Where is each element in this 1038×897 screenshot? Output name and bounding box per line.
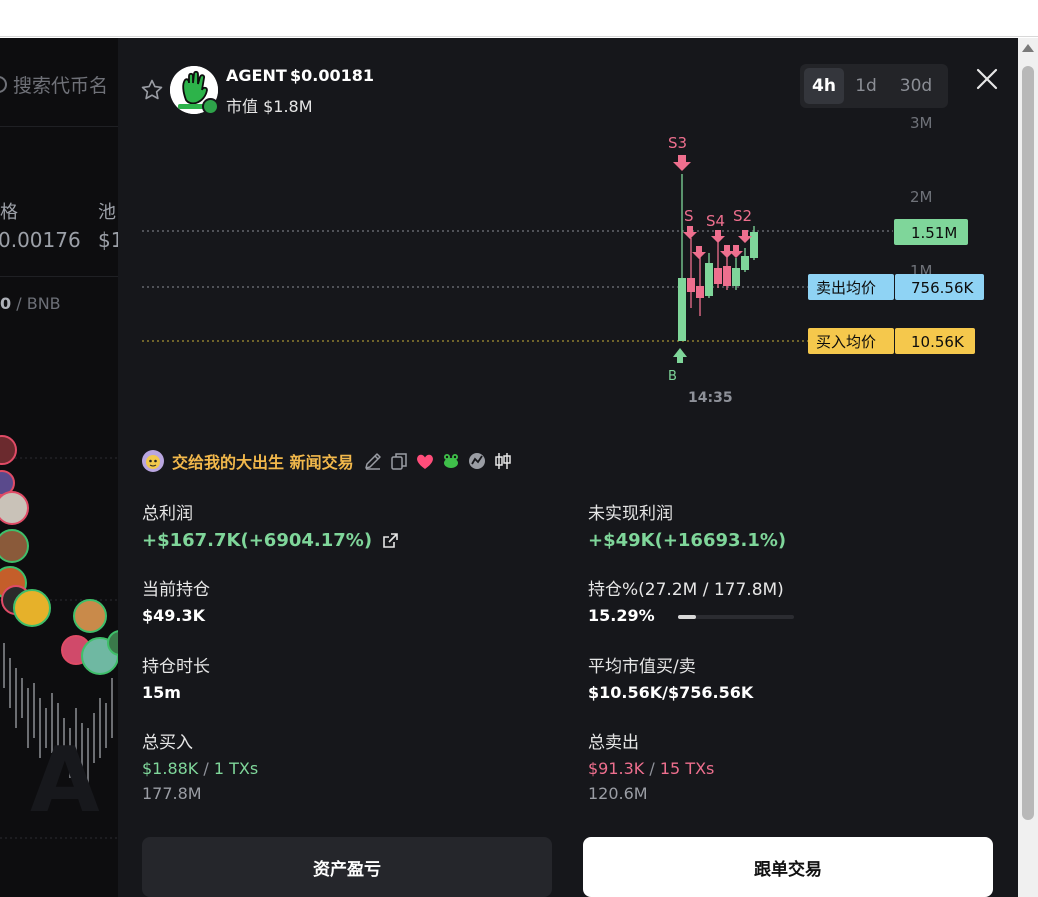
current-holding: 当前持仓 $49.3K	[142, 580, 210, 625]
marker-b: B	[668, 369, 677, 384]
candle	[714, 268, 722, 284]
candle	[741, 256, 749, 270]
holding-duration-value: 15m	[142, 683, 181, 702]
sell-avg-value: 756.56K	[911, 279, 974, 297]
frog-icon[interactable]	[440, 450, 462, 472]
buy-avg-label: 买入均价	[816, 333, 876, 351]
sell-arrow-icon	[729, 245, 743, 258]
sell-arrow-icon	[711, 230, 725, 243]
close-icon[interactable]	[974, 66, 1000, 92]
sell-arrow-icon	[692, 246, 706, 259]
external-link-icon[interactable]	[380, 531, 400, 551]
total-buy: 总买入 $1.88K / 1 TXs 177.8M	[142, 733, 259, 803]
candle	[723, 266, 731, 286]
copy-trade-button[interactable]: 跟单交易	[583, 837, 993, 897]
holding-progress-bar	[678, 614, 795, 619]
column-pool-label: 池	[98, 202, 116, 223]
total-profit: 总利润 +$167.7K(+6904.17%)	[142, 499, 400, 551]
heart-icon[interactable]	[414, 450, 436, 472]
y-tick-2m: 2M	[910, 188, 933, 206]
trader-name[interactable]: 交给我的大出生 新闻交易	[172, 449, 354, 473]
token-name: AGENT	[226, 66, 287, 85]
candle	[732, 268, 740, 286]
avg-market-cap: 平均市值买/卖 $10.56K/$756.56K	[588, 657, 754, 702]
divider	[0, 126, 130, 127]
edit-icon[interactable]	[362, 450, 384, 472]
sell-arrow-icon	[683, 226, 697, 239]
copy-icon[interactable]	[388, 450, 410, 472]
scrollbar[interactable]	[1018, 38, 1038, 897]
total-buy-amount: $1.88K	[142, 759, 199, 778]
candle	[750, 232, 758, 258]
total-profit-value: +$167.7K(+6904.17%)	[142, 530, 373, 551]
candle	[705, 263, 713, 296]
total-sell: 总卖出 $91.3K / 15 TXs 120.6M	[588, 733, 715, 803]
candles	[678, 174, 758, 341]
price-value: 0.00176	[0, 228, 81, 252]
browser-top-bar	[0, 0, 1038, 37]
marker-s4: S4	[706, 212, 725, 230]
marker-s3: S3	[668, 134, 687, 152]
trader-detail-panel: AGENT $0.00181 市值 $1.8M 4h 1d 30d 3M 2M …	[118, 38, 1018, 897]
unrealized-profit-value: +$49K(+16693.1%)	[588, 530, 787, 551]
holding-duration: 持仓时长 15m	[142, 657, 210, 702]
marker-s2: S2	[733, 207, 752, 225]
x-tick-time: 14:35	[688, 390, 733, 406]
buy-avg-value: 10.56K	[911, 333, 965, 351]
current-holding-value: $49.3K	[142, 606, 206, 625]
holding-percent: 持仓%(27.2M / 177.8M) 15.29%	[588, 575, 795, 625]
trader-info-row: 交给我的大出生 新闻交易	[142, 448, 518, 474]
search-placeholder: 搜索代币名	[13, 74, 109, 97]
candle	[687, 278, 695, 292]
background-search[interactable]: 搜索代币名	[0, 66, 108, 102]
total-buy-tokens: 177.8M	[142, 784, 202, 803]
holding-percent-value: 15.29%	[588, 606, 655, 625]
platform-icon[interactable]	[466, 450, 488, 472]
bnb-pair: 0 / BNB	[0, 294, 61, 313]
current-price-tag-text: 1.51M	[911, 224, 957, 242]
candlestick-icon[interactable]	[492, 450, 514, 472]
trader-avatar	[142, 450, 164, 472]
total-sell-amount: $91.3K	[588, 759, 645, 778]
timeframe-selector: 4h 1d 30d	[800, 64, 948, 108]
pnl-button[interactable]: 资产盈亏	[142, 837, 552, 897]
timeframe-1d[interactable]: 1d	[844, 68, 888, 104]
candle	[696, 286, 704, 298]
search-icon	[0, 75, 7, 93]
timeframe-30d[interactable]: 30d	[888, 68, 944, 104]
unrealized-profit: 未实现利润 +$49K(+16693.1%)	[588, 504, 787, 551]
scroll-thumb[interactable]	[1022, 66, 1034, 820]
total-sell-tokens: 120.6M	[588, 784, 648, 803]
price-chart: 3M 2M 1M S3 S S4 S2 B 1.51M 卖出均价 756.56K…	[142, 114, 984, 406]
marker-s: S	[684, 207, 694, 225]
total-buy-txs: 1 TXs	[213, 759, 259, 778]
sell-avg-label: 卖出均价	[816, 279, 876, 297]
total-sell-txs: 15 TXs	[659, 759, 715, 778]
background-watermark: A	[30, 728, 100, 833]
divider	[0, 276, 130, 277]
buy-arrow-icon	[673, 348, 687, 363]
avg-market-cap-value: $10.56K/$756.56K	[588, 683, 754, 702]
sell-arrow-icon	[673, 155, 691, 171]
token-price: $0.00181	[290, 66, 375, 85]
sell-arrow-icon	[738, 230, 752, 243]
timeframe-4h[interactable]: 4h	[804, 68, 844, 104]
scroll-up-arrow-icon[interactable]	[1022, 44, 1034, 52]
candle	[678, 278, 686, 341]
star-icon[interactable]	[140, 78, 164, 102]
y-tick-3m: 3M	[910, 114, 933, 132]
column-price-label: 格	[0, 202, 18, 223]
